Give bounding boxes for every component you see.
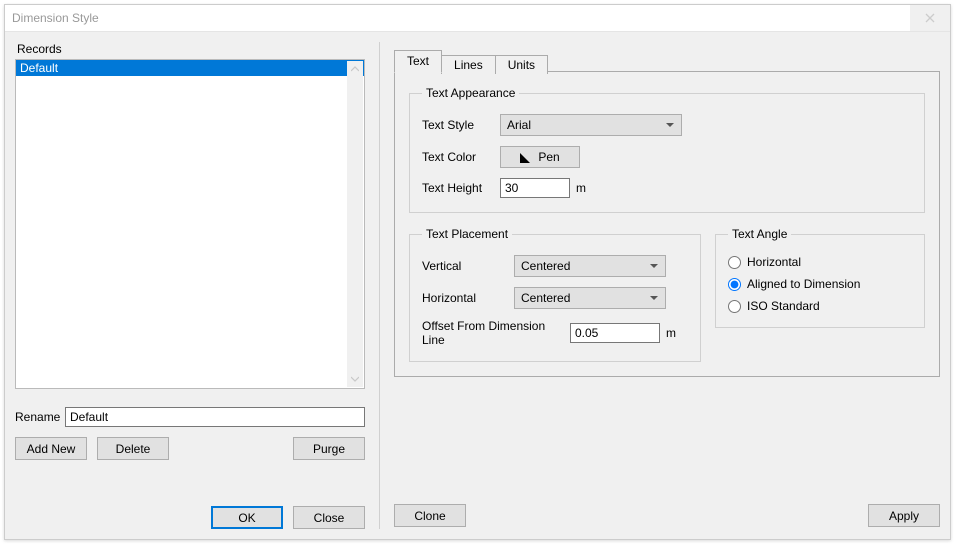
purge-button[interactable]: Purge: [293, 437, 365, 460]
records-listbox[interactable]: Default: [15, 59, 365, 389]
add-new-button[interactable]: Add New: [15, 437, 87, 460]
vertical-select[interactable]: Centered: [514, 255, 666, 277]
horizontal-select[interactable]: Centered: [514, 287, 666, 309]
left-buttons: Add New Delete Purge: [15, 437, 365, 460]
text-color-label: Text Color: [422, 150, 500, 164]
text-angle-group: Text Angle Horizontal Aligned to Dimensi…: [715, 227, 925, 328]
angle-label-horizontal: Horizontal: [747, 255, 801, 269]
records-label: Records: [15, 42, 365, 56]
offset-unit: m: [666, 326, 676, 340]
angle-label-iso: ISO Standard: [747, 299, 820, 313]
text-appearance-legend: Text Appearance: [422, 86, 519, 100]
left-column: Records Default Rename: [15, 42, 365, 529]
rename-label: Rename: [15, 410, 65, 424]
scroll-up-icon[interactable]: [347, 61, 363, 77]
close-button[interactable]: Close: [293, 506, 365, 529]
tab-panel-text: Text Appearance Text Style Arial Text Co…: [394, 72, 940, 377]
dialog-body: Records Default Rename: [5, 32, 950, 539]
text-placement-group: Text Placement Vertical Centered Horizon…: [409, 227, 701, 362]
scroll-down-icon[interactable]: [347, 371, 363, 387]
text-style-label: Text Style: [422, 118, 500, 132]
rename-input[interactable]: [65, 407, 365, 427]
text-height-input[interactable]: [500, 178, 570, 198]
tab-text[interactable]: Text: [394, 50, 442, 73]
text-color-pen-button[interactable]: Pen: [500, 146, 580, 168]
dialog-actions-right: Clone Apply: [394, 492, 940, 529]
tabs: Text Lines Units: [394, 50, 940, 72]
pen-label: Pen: [538, 150, 559, 164]
records-items: Default: [16, 60, 364, 388]
clone-button[interactable]: Clone: [394, 504, 466, 527]
angle-radio-aligned[interactable]: [728, 278, 741, 291]
window-title: Dimension Style: [12, 11, 99, 25]
angle-radio-iso[interactable]: [728, 300, 741, 313]
dialog-actions-left: OK Close: [15, 478, 365, 529]
pen-icon: [520, 153, 530, 163]
text-style-value: Arial: [507, 118, 531, 132]
horizontal-value: Centered: [521, 291, 570, 305]
text-angle-legend: Text Angle: [728, 227, 791, 241]
offset-input[interactable]: [570, 323, 660, 343]
delete-button[interactable]: Delete: [97, 437, 169, 460]
angle-option-horizontal[interactable]: Horizontal: [728, 255, 912, 269]
angle-label-aligned: Aligned to Dimension: [747, 277, 860, 291]
angle-option-iso[interactable]: ISO Standard: [728, 299, 912, 313]
vertical-label: Vertical: [422, 259, 514, 273]
ok-button[interactable]: OK: [211, 506, 283, 529]
angle-radio-horizontal[interactable]: [728, 256, 741, 269]
window-close-button[interactable]: [910, 5, 950, 31]
offset-label: Offset From Dimension Line: [422, 319, 570, 347]
tab-lines[interactable]: Lines: [441, 55, 496, 74]
close-icon: [925, 13, 935, 23]
text-placement-legend: Text Placement: [422, 227, 512, 241]
text-appearance-group: Text Appearance Text Style Arial Text Co…: [409, 86, 925, 213]
text-height-label: Text Height: [422, 181, 500, 195]
dimension-style-dialog: Dimension Style Records Default: [4, 4, 951, 540]
tab-units[interactable]: Units: [495, 55, 548, 74]
rename-row: Rename: [15, 407, 365, 427]
apply-button[interactable]: Apply: [868, 504, 940, 527]
text-style-select[interactable]: Arial: [500, 114, 682, 136]
placement-angle-row: Text Placement Vertical Centered Horizon…: [409, 227, 925, 362]
horizontal-label: Horizontal: [422, 291, 514, 305]
titlebar: Dimension Style: [5, 5, 950, 32]
vertical-value: Centered: [521, 259, 570, 273]
scrollbar[interactable]: [347, 61, 363, 387]
right-content: Text Lines Units Text Appearance Text St…: [394, 42, 940, 529]
right-column: Text Lines Units Text Appearance Text St…: [379, 42, 940, 529]
text-height-unit: m: [576, 181, 586, 195]
angle-option-aligned[interactable]: Aligned to Dimension: [728, 277, 912, 291]
record-item[interactable]: Default: [16, 60, 364, 76]
